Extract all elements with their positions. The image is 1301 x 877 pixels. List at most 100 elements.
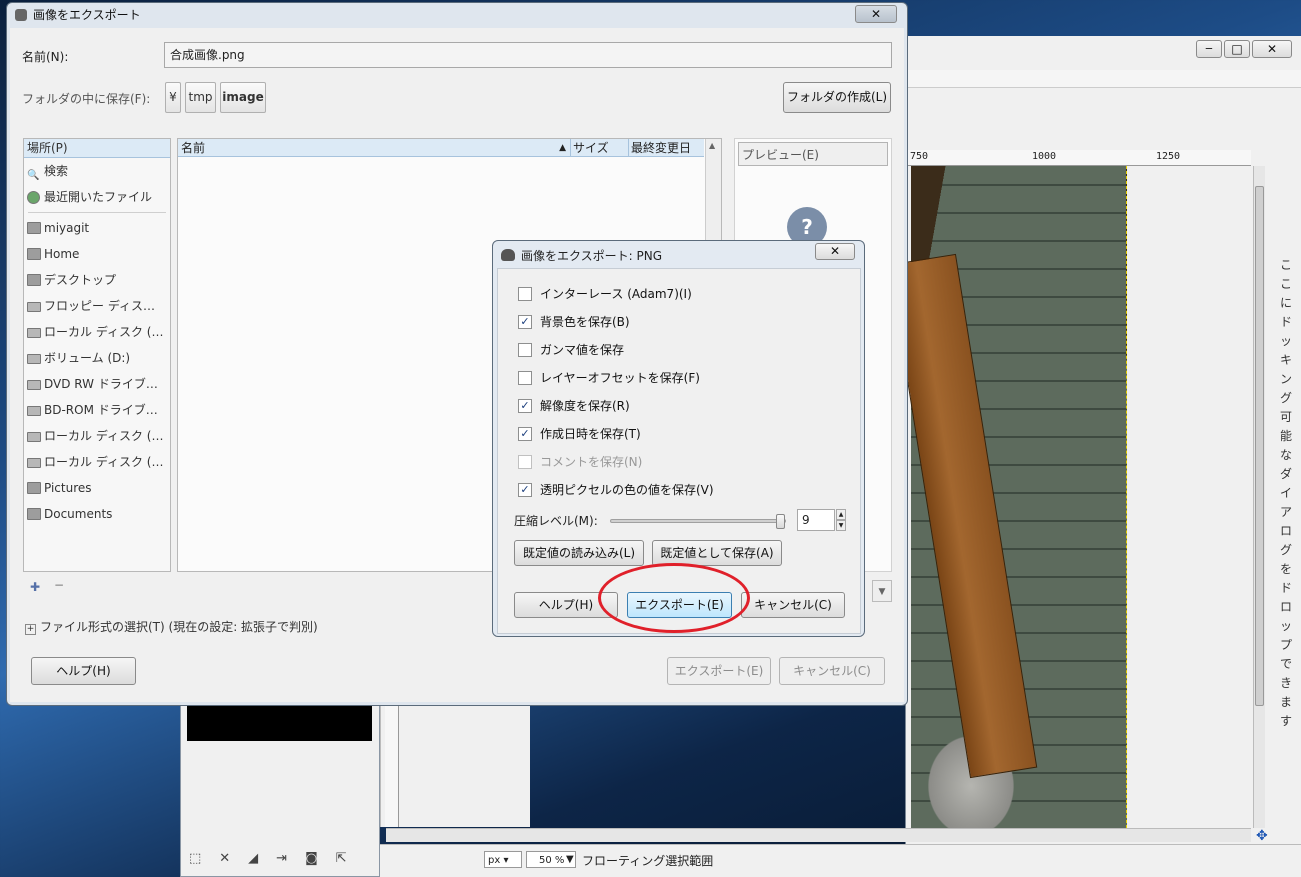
places-item-label: DVD RW ドライブ…	[44, 377, 158, 391]
maximize-button[interactable]: □	[1224, 40, 1250, 58]
close-button[interactable]: ✕	[1252, 40, 1292, 58]
status-bar: px ▾ 50 % ▼ フローティング選択範囲	[380, 844, 1301, 877]
places-item[interactable]: Home	[24, 241, 170, 267]
path-segment-root[interactable]: ¥	[165, 82, 181, 113]
places-item[interactable]: DVD RW ドライブ…	[24, 371, 170, 397]
folder-icon	[27, 222, 41, 234]
close-button[interactable]: ✕	[855, 5, 897, 23]
navigate-icon[interactable]: ✥	[1256, 829, 1268, 843]
load-defaults-button[interactable]: 既定値の読み込み(L)	[514, 540, 644, 566]
path-segment-tmp[interactable]: tmp	[185, 82, 216, 113]
places-item[interactable]: Documents	[24, 501, 170, 527]
vertical-scrollbar[interactable]	[1253, 166, 1265, 828]
color-swatch[interactable]	[187, 705, 372, 741]
checkbox-checked[interactable]: ✓	[518, 483, 532, 497]
ruler-tick: 1000	[1032, 151, 1057, 162]
checkbox-unchecked[interactable]	[518, 371, 532, 385]
places-item[interactable]: BD-ROM ドライブ…	[24, 397, 170, 423]
places-item[interactable]: ローカル ディスク (…	[24, 449, 170, 475]
file-type-expander[interactable]: + ファイル形式の選択(T) (現在の設定: 拡張子で判別)	[25, 618, 318, 635]
compression-slider-thumb[interactable]	[776, 514, 785, 529]
ruler-tick: 1250	[1156, 151, 1181, 162]
folder-icon	[27, 274, 41, 286]
checkbox-unchecked[interactable]	[518, 455, 532, 469]
help-button[interactable]: ヘルプ(H)	[31, 657, 136, 685]
window-controls: ‒ □ ✕	[1196, 40, 1292, 58]
places-header[interactable]: 場所(P)	[24, 139, 170, 158]
places-item-label: miyagit	[44, 221, 90, 235]
places-pane: 場所(P) 🔍 検索最近開いたファイル miyagit Home デスクトップフロッピー…	[23, 138, 171, 572]
option-checkbox-row[interactable]: ✓ 解像度を保存(R)	[518, 395, 630, 417]
places-item[interactable]: ローカル ディスク (…	[24, 319, 170, 345]
name-input[interactable]: 合成画像.png	[164, 42, 892, 68]
ruler-tick: 750	[910, 151, 929, 162]
drive-icon	[27, 380, 41, 390]
compression-label: 圧縮レベル(M):	[514, 514, 598, 528]
dialog-title: 画像をエクスポート	[33, 8, 141, 22]
canvas-left-area	[380, 700, 530, 827]
drive-icon	[27, 406, 41, 416]
checkbox-checked[interactable]: ✓	[518, 427, 532, 441]
option-checkbox-row[interactable]: ✓ 作成日時を保存(T)	[518, 423, 641, 445]
checkbox-checked[interactable]: ✓	[518, 399, 532, 413]
cancel-button[interactable]: キャンセル(C)	[779, 657, 885, 685]
column-header-size[interactable]: サイズ	[570, 139, 628, 157]
places-item[interactable]: 🔍 検索	[24, 158, 170, 184]
bookmark-toolbar	[23, 576, 171, 598]
preview-label[interactable]: プレビュー(E)	[738, 142, 888, 166]
export-button[interactable]: エクスポート(E)	[667, 657, 771, 685]
places-item[interactable]: ローカル ディスク (…	[24, 423, 170, 449]
compression-spin-input[interactable]: 9	[797, 509, 835, 531]
unit-select[interactable]: px ▾	[484, 851, 522, 868]
create-folder-button[interactable]: フォルダの作成(L)	[783, 82, 891, 113]
sort-ascending-icon: ▲	[559, 143, 566, 153]
option-label: 透明ピクセルの色の値を保存(V)	[540, 483, 714, 497]
places-item-label: 最近開いたファイル	[44, 190, 153, 204]
places-item-label: デスクトップ	[44, 273, 117, 287]
minimize-button[interactable]: ‒	[1196, 40, 1222, 58]
highlight-annotation	[598, 563, 750, 633]
places-item-label: Home	[44, 247, 80, 261]
option-checkbox-row[interactable]: レイヤーオフセットを保存(F)	[518, 367, 700, 389]
folder-icon	[27, 508, 41, 520]
column-header-name[interactable]: 名前 ▲	[178, 139, 570, 157]
places-item-label: 検索	[44, 164, 69, 178]
places-item[interactable]: Pictures	[24, 475, 170, 501]
checkbox-checked[interactable]: ✓	[518, 315, 532, 329]
checkbox-unchecked[interactable]	[518, 343, 532, 357]
column-header-modified[interactable]: 最終変更日	[628, 139, 704, 157]
horizontal-scrollbar[interactable]	[386, 828, 1251, 842]
places-item-label: フロッピー ディス…	[44, 299, 155, 313]
option-label: インターレース (Adam7)(I)	[540, 287, 692, 301]
spin-up-icon[interactable]: ▲	[836, 509, 846, 520]
option-checkbox-row[interactable]: ✓ 透明ピクセルの色の値を保存(V)	[518, 479, 714, 501]
places-item-label: Documents	[44, 507, 113, 521]
option-checkbox-row[interactable]: ✓ 背景色を保存(B)	[518, 311, 630, 333]
option-checkbox-row[interactable]: ガンマ値を保存	[518, 339, 624, 361]
places-item[interactable]: ボリューム (D:)	[24, 345, 170, 371]
file-type-dropdown-arrow[interactable]: ▼	[872, 580, 892, 602]
places-item[interactable]: デスクトップ	[24, 267, 170, 293]
path-segment-image[interactable]: image	[220, 82, 266, 113]
compression-slider[interactable]	[610, 514, 786, 529]
add-bookmark-icon[interactable]: ✚	[30, 580, 40, 594]
spin-down-icon[interactable]: ▼	[836, 520, 846, 531]
close-button[interactable]: ✕	[815, 243, 855, 260]
option-label: 背景色を保存(B)	[540, 315, 630, 329]
remove-bookmark-icon[interactable]: −	[54, 578, 64, 592]
option-checkbox-row[interactable]: インターレース (Adam7)(I)	[518, 283, 692, 305]
scroll-up-icon[interactable]: ▲	[709, 141, 715, 150]
zoom-dropdown-arrow[interactable]: ▼	[566, 851, 578, 868]
checkbox-unchecked[interactable]	[518, 287, 532, 301]
canvas-image[interactable]	[888, 166, 1127, 828]
option-checkbox-row[interactable]: コメントを保存(N)	[518, 451, 642, 473]
places-item-label: ローカル ディスク (…	[44, 325, 164, 339]
places-item[interactable]: miyagit	[24, 215, 170, 241]
option-label: 解像度を保存(R)	[540, 399, 630, 413]
tool-icons: ⬚✕◢⇥◙⇱	[189, 851, 365, 866]
cancel-button[interactable]: キャンセル(C)	[741, 592, 845, 618]
dialog-title: 画像をエクスポート: PNG	[521, 249, 663, 263]
places-item[interactable]: フロッピー ディス…	[24, 293, 170, 319]
places-item[interactable]: 最近開いたファイル	[24, 184, 170, 210]
toolbox-panel: ⬚✕◢⇥◙⇱	[180, 700, 380, 877]
